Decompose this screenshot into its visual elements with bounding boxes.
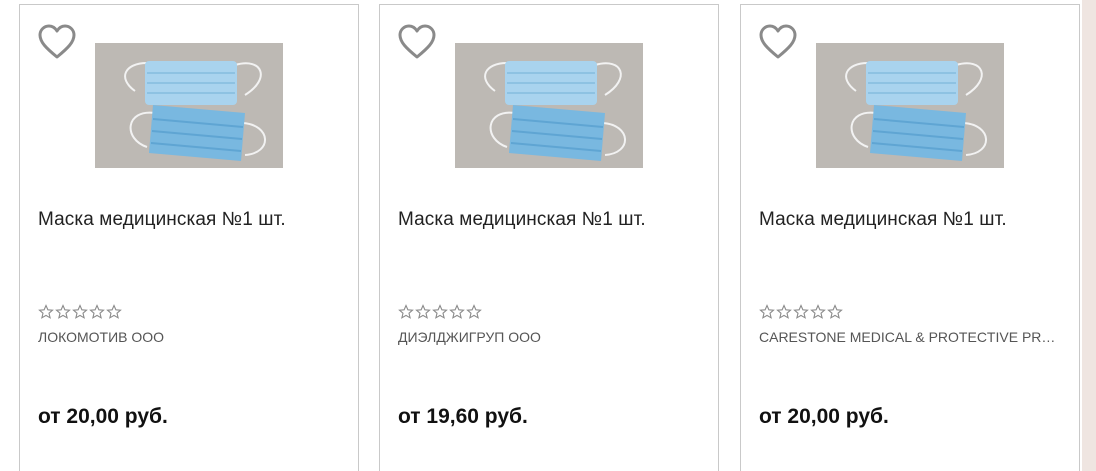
star-outline-icon — [827, 304, 843, 319]
product-title[interactable]: Маска медицинская №1 шт. — [398, 209, 703, 231]
rating-stars — [398, 304, 482, 320]
rating-stars — [38, 304, 122, 320]
product-price: от 20,00 руб. — [759, 405, 889, 428]
product-grid: Маска медицинская №1 шт. ЛОКОМОТИВ ООО о… — [0, 0, 1096, 471]
star-outline-icon — [776, 304, 792, 319]
product-card[interactable]: Маска медицинская №1 шт. CARESTONE MEDIC… — [740, 4, 1080, 471]
star-outline-icon — [415, 304, 431, 319]
star-outline-icon — [38, 304, 54, 319]
favorite-heart-icon[interactable] — [397, 23, 437, 63]
product-title[interactable]: Маска медицинская №1 шт. — [38, 209, 343, 231]
product-image[interactable] — [816, 43, 1004, 168]
product-image[interactable] — [455, 43, 643, 168]
star-outline-icon — [759, 304, 775, 319]
product-price: от 19,60 руб. — [398, 405, 528, 428]
star-outline-icon — [72, 304, 88, 319]
product-title[interactable]: Маска медицинская №1 шт. — [759, 209, 1064, 231]
seller-name[interactable]: ДИЭЛДЖИГРУП ООО — [398, 329, 698, 345]
star-outline-icon — [106, 304, 122, 319]
side-panel-edge — [1082, 0, 1096, 471]
star-outline-icon — [449, 304, 465, 319]
star-outline-icon — [398, 304, 414, 319]
seller-name[interactable]: CARESTONE MEDICAL & PROTECTIVE PRO... — [759, 329, 1059, 345]
star-outline-icon — [810, 304, 826, 319]
star-outline-icon — [55, 304, 71, 319]
star-outline-icon — [89, 304, 105, 319]
product-card[interactable]: Маска медицинская №1 шт. ДИЭЛДЖИГРУП ООО… — [379, 4, 719, 471]
rating-stars — [759, 304, 843, 320]
favorite-heart-icon[interactable] — [758, 23, 798, 63]
seller-name[interactable]: ЛОКОМОТИВ ООО — [38, 329, 338, 345]
product-image[interactable] — [95, 43, 283, 168]
product-price: от 20,00 руб. — [38, 405, 168, 428]
star-outline-icon — [432, 304, 448, 319]
product-card[interactable]: Маска медицинская №1 шт. ЛОКОМОТИВ ООО о… — [19, 4, 359, 471]
favorite-heart-icon[interactable] — [37, 23, 77, 63]
star-outline-icon — [466, 304, 482, 319]
star-outline-icon — [793, 304, 809, 319]
